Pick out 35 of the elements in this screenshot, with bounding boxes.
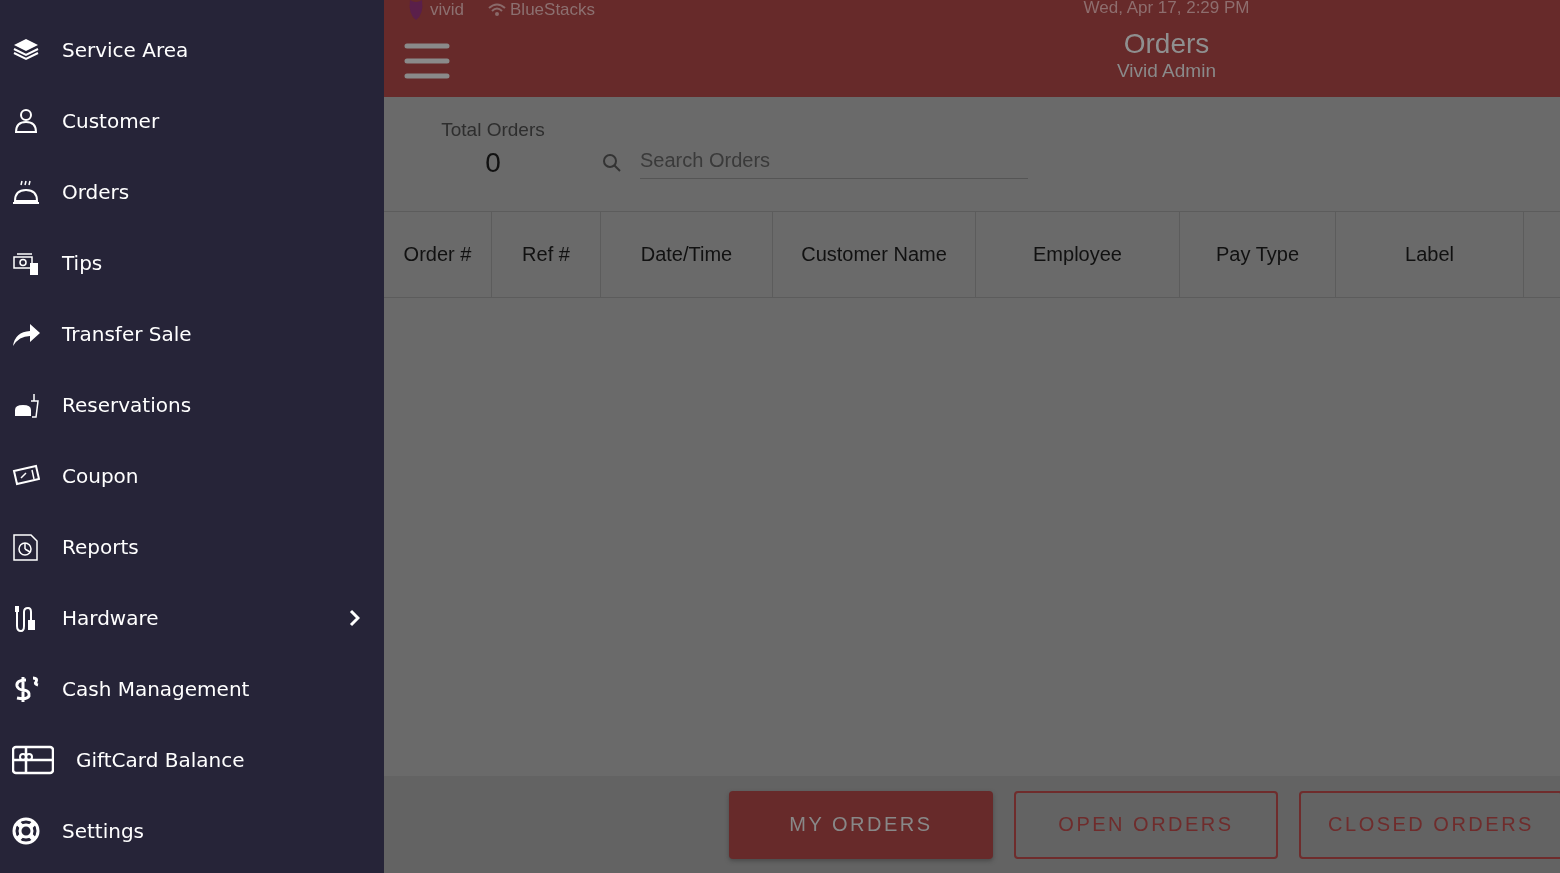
sidebar-item[interactable]: Service Area xyxy=(0,14,360,85)
total-orders-label: Total Orders xyxy=(441,119,545,141)
gift-card-icon xyxy=(12,743,54,776)
status-datetime: Wed, Apr 17, 2:29 PM xyxy=(1082,0,1251,18)
sidebar-item[interactable]: Hardware xyxy=(0,582,360,653)
sidebar-item[interactable]: Cash Management xyxy=(0,653,360,724)
column-header: Pay Type xyxy=(1180,212,1336,297)
total-orders-count: 0 xyxy=(485,147,501,179)
column-header: Date/Time xyxy=(601,212,773,297)
menu-icon[interactable] xyxy=(404,43,450,79)
chevron-right-icon xyxy=(348,608,360,627)
dollar-icon xyxy=(12,674,40,703)
person-icon xyxy=(12,106,40,135)
sidebar-item[interactable]: Orders xyxy=(0,156,360,227)
column-header: Ref # xyxy=(492,212,601,297)
sidebar-item[interactable]: GiftCard Balance xyxy=(0,724,360,795)
sidebar-item[interactable]: Tips xyxy=(0,227,360,298)
wifi-icon xyxy=(488,3,506,17)
column-header: Employee xyxy=(976,212,1180,297)
page-title: Orders xyxy=(1122,28,1211,60)
lifebuoy-icon xyxy=(12,816,40,845)
column-header: Customer Name xyxy=(773,212,976,297)
search-icon xyxy=(602,153,622,173)
sidebar-item[interactable]: Coupon xyxy=(0,440,360,511)
sidebar-item[interactable]: Settings xyxy=(0,795,360,866)
page-subtitle: Vivid Admin xyxy=(1116,60,1217,82)
app-name: vivid xyxy=(430,0,464,20)
network-name: BlueStacks xyxy=(510,0,596,20)
sidebar-item[interactable]: Reports xyxy=(0,511,360,582)
sidebar-item[interactable]: Transfer Sale xyxy=(0,298,360,369)
column-header: Label xyxy=(1336,212,1524,297)
sidebar-item[interactable]: Reservations xyxy=(0,369,360,440)
report-icon xyxy=(12,532,40,561)
column-header: Order # xyxy=(384,212,492,297)
sidebar-item[interactable]: Customer xyxy=(0,85,360,156)
